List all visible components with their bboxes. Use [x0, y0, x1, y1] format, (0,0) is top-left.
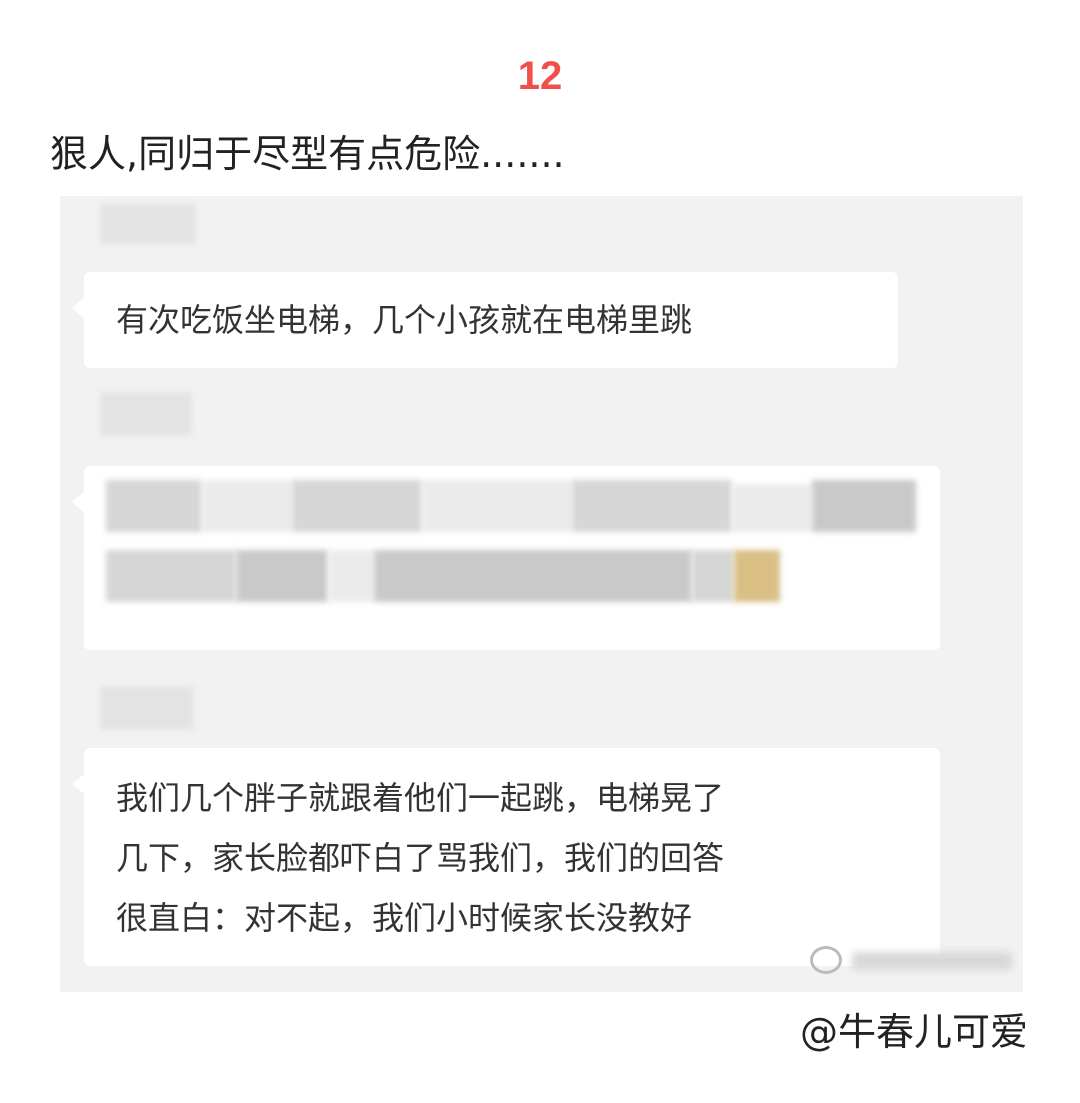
pixelated-block: [106, 550, 236, 602]
chat-screenshot: 有次吃饭坐电梯，几个小孩就在电梯里跳 我们几个胖子就跟着他们一起跳，电梯晃了 几…: [60, 196, 1023, 992]
post-caption: 狠人,同归于尽型有点危险.......: [50, 132, 565, 176]
pixelated-block: [236, 550, 328, 602]
pixelated-block: [734, 550, 780, 602]
pixelated-block: [202, 480, 292, 532]
chat-bubble-censored: [72, 466, 940, 650]
pixelated-block: [292, 480, 422, 532]
pixelated-block: [692, 550, 734, 602]
post-number: 12: [517, 54, 563, 98]
pixelated-block: [422, 480, 572, 532]
sender-name-blurred: [100, 204, 196, 244]
pixelated-block: [572, 480, 732, 532]
pixelated-block: [732, 484, 812, 532]
pixelated-block: [106, 480, 202, 532]
weibo-logo-icon: [810, 946, 842, 974]
chat-bubble-text: 很直白：对不起，我们小时候家长没教好: [116, 899, 693, 937]
chat-bubble-text: 有次吃饭坐电梯，几个小孩就在电梯里跳: [116, 301, 693, 339]
pixelated-block: [812, 480, 916, 532]
pixelated-block: [374, 550, 692, 602]
pixelated-block: [328, 550, 374, 602]
post-author: @牛春儿可爱: [799, 1010, 1028, 1054]
chat-bubble-text: 几下，家长脸都吓白了骂我们，我们的回答: [116, 839, 725, 877]
chat-bubble: 我们几个胖子就跟着他们一起跳，电梯晃了 几下，家长脸都吓白了骂我们，我们的回答 …: [72, 748, 940, 966]
weibo-watermark: [810, 944, 1020, 978]
chat-bubble-text: 我们几个胖子就跟着他们一起跳，电梯晃了: [116, 779, 725, 817]
sender-name-blurred: [100, 686, 194, 730]
sender-name-blurred: [100, 392, 192, 436]
chat-bubble: 有次吃饭坐电梯，几个小孩就在电梯里跳: [72, 272, 898, 368]
watermark-text-blurred: [852, 952, 1012, 970]
